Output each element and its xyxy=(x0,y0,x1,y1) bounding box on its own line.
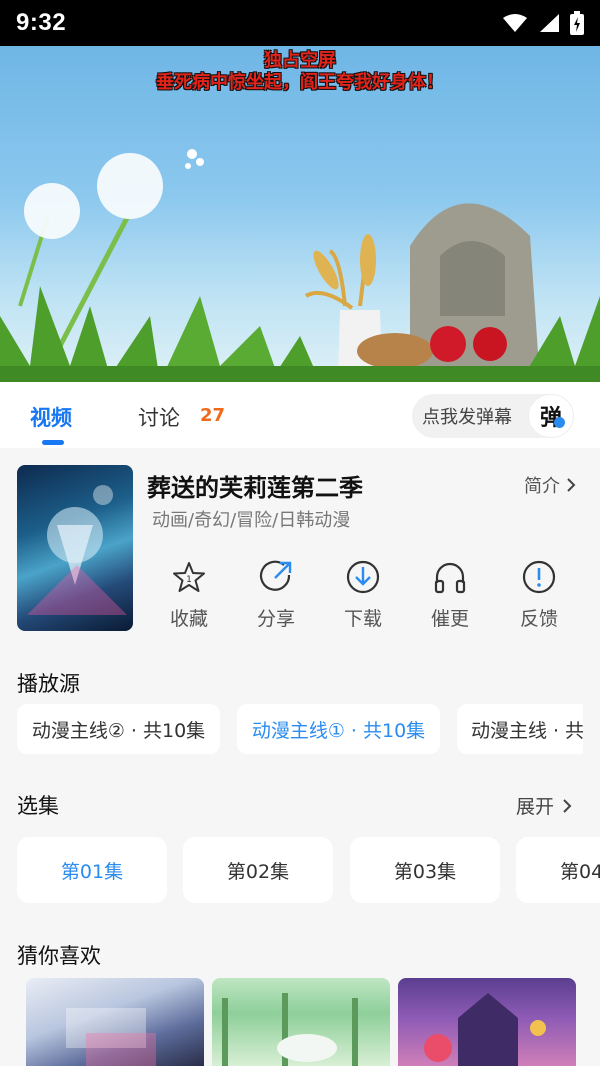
poster-image xyxy=(17,465,133,631)
episode-chip[interactable]: 第04 xyxy=(516,837,600,903)
intro-button[interactable]: 简介 xyxy=(524,472,576,498)
svg-text:1: 1 xyxy=(186,575,192,585)
check-icon xyxy=(554,417,565,428)
tabs-bar: 视频 讨论 27 点我发弹幕 弹 xyxy=(0,382,600,448)
episode-chip[interactable]: 第03集 xyxy=(350,837,500,903)
status-bar: 9:32 xyxy=(0,0,600,46)
wifi-icon xyxy=(503,14,527,32)
anime-info: 葬送的芙莉莲第二季 动画/奇幻/冒险/日韩动漫 简介 1 收藏 分享 下载 催更… xyxy=(0,448,600,654)
status-time: 9:32 xyxy=(16,9,67,36)
danmaku-toggle-button[interactable]: 弹 xyxy=(528,394,574,438)
anime-genres: 动画/奇幻/冒险/日韩动漫 xyxy=(152,510,351,531)
feedback-button[interactable]: 反馈 xyxy=(504,558,574,631)
share-label: 分享 xyxy=(256,608,295,630)
recommend-thumbnail xyxy=(222,993,358,1066)
source-chip-label: 动漫主线① · 共10集 xyxy=(251,719,426,742)
tab-discuss[interactable]: 讨论 xyxy=(138,402,180,432)
episode-label: 第04 xyxy=(560,860,600,883)
episode-label: 第03集 xyxy=(393,860,457,883)
expand-button[interactable]: 展开 xyxy=(516,792,572,819)
recommend-thumbnail xyxy=(66,1008,156,1066)
episode-chip-selected[interactable]: 第01集 xyxy=(17,837,167,903)
download-button[interactable]: 下载 xyxy=(328,558,398,631)
danmaku-line: 垂死病中惊坐起，阎王夸我好身体！ xyxy=(156,72,444,93)
expand-label: 展开 xyxy=(516,796,555,818)
feedback-label: 反馈 xyxy=(519,608,558,630)
recommend-card[interactable] xyxy=(212,978,390,1066)
source-chip-label: 动漫主线 · 共 xyxy=(471,719,583,742)
download-label: 下载 xyxy=(343,608,382,630)
status-icons xyxy=(502,11,584,35)
video-player[interactable]: 独占空屏 垂死病中惊坐起，阎王夸我好身体！ xyxy=(0,46,600,382)
source-chip[interactable]: 动漫主线② · 共10集 xyxy=(17,704,220,754)
tab-video[interactable]: 视频 xyxy=(30,402,72,432)
danmaku-placeholder: 点我发弹幕 xyxy=(422,407,512,428)
danmaku-input[interactable]: 点我发弹幕 弹 xyxy=(412,394,574,438)
signal-icon xyxy=(540,14,559,32)
chevron-right-icon xyxy=(567,478,576,492)
tab-active-indicator xyxy=(42,440,64,445)
share-icon xyxy=(259,560,292,591)
battery-icon xyxy=(570,11,584,35)
episode-chip[interactable]: 第02集 xyxy=(183,837,333,903)
video-frame-scene xyxy=(0,149,600,382)
urge-update-label: 催更 xyxy=(430,608,469,630)
sources-title: 播放源 xyxy=(17,672,80,696)
episode-label: 第02集 xyxy=(226,860,290,883)
source-chip-selected[interactable]: 动漫主线① · 共10集 xyxy=(237,704,440,754)
source-chip[interactable]: 动漫主线 · 共 xyxy=(457,704,583,754)
recommend-title: 猜你喜欢 xyxy=(17,944,101,968)
recommend-thumbnail xyxy=(424,993,546,1066)
chevron-right-icon xyxy=(563,798,572,813)
intro-label: 简介 xyxy=(524,476,560,497)
recommend-card[interactable] xyxy=(398,978,576,1066)
anime-title: 葬送的芙莉莲第二季 xyxy=(147,474,363,502)
alert-icon xyxy=(522,560,556,594)
episodes-title: 选集 xyxy=(17,794,59,818)
source-chip-label: 动漫主线② · 共10集 xyxy=(31,719,206,742)
episode-label: 第01集 xyxy=(60,860,124,883)
favorite-button[interactable]: 1 收藏 xyxy=(154,558,224,631)
share-button[interactable]: 分享 xyxy=(241,558,311,631)
discuss-count-badge: 27 xyxy=(200,405,226,426)
urge-update-button[interactable]: 催更 xyxy=(415,558,485,631)
recommend-card[interactable] xyxy=(26,978,204,1066)
headphones-icon xyxy=(434,562,466,594)
download-icon xyxy=(346,560,380,594)
star-icon: 1 xyxy=(173,562,205,592)
favorite-label: 收藏 xyxy=(169,608,208,630)
